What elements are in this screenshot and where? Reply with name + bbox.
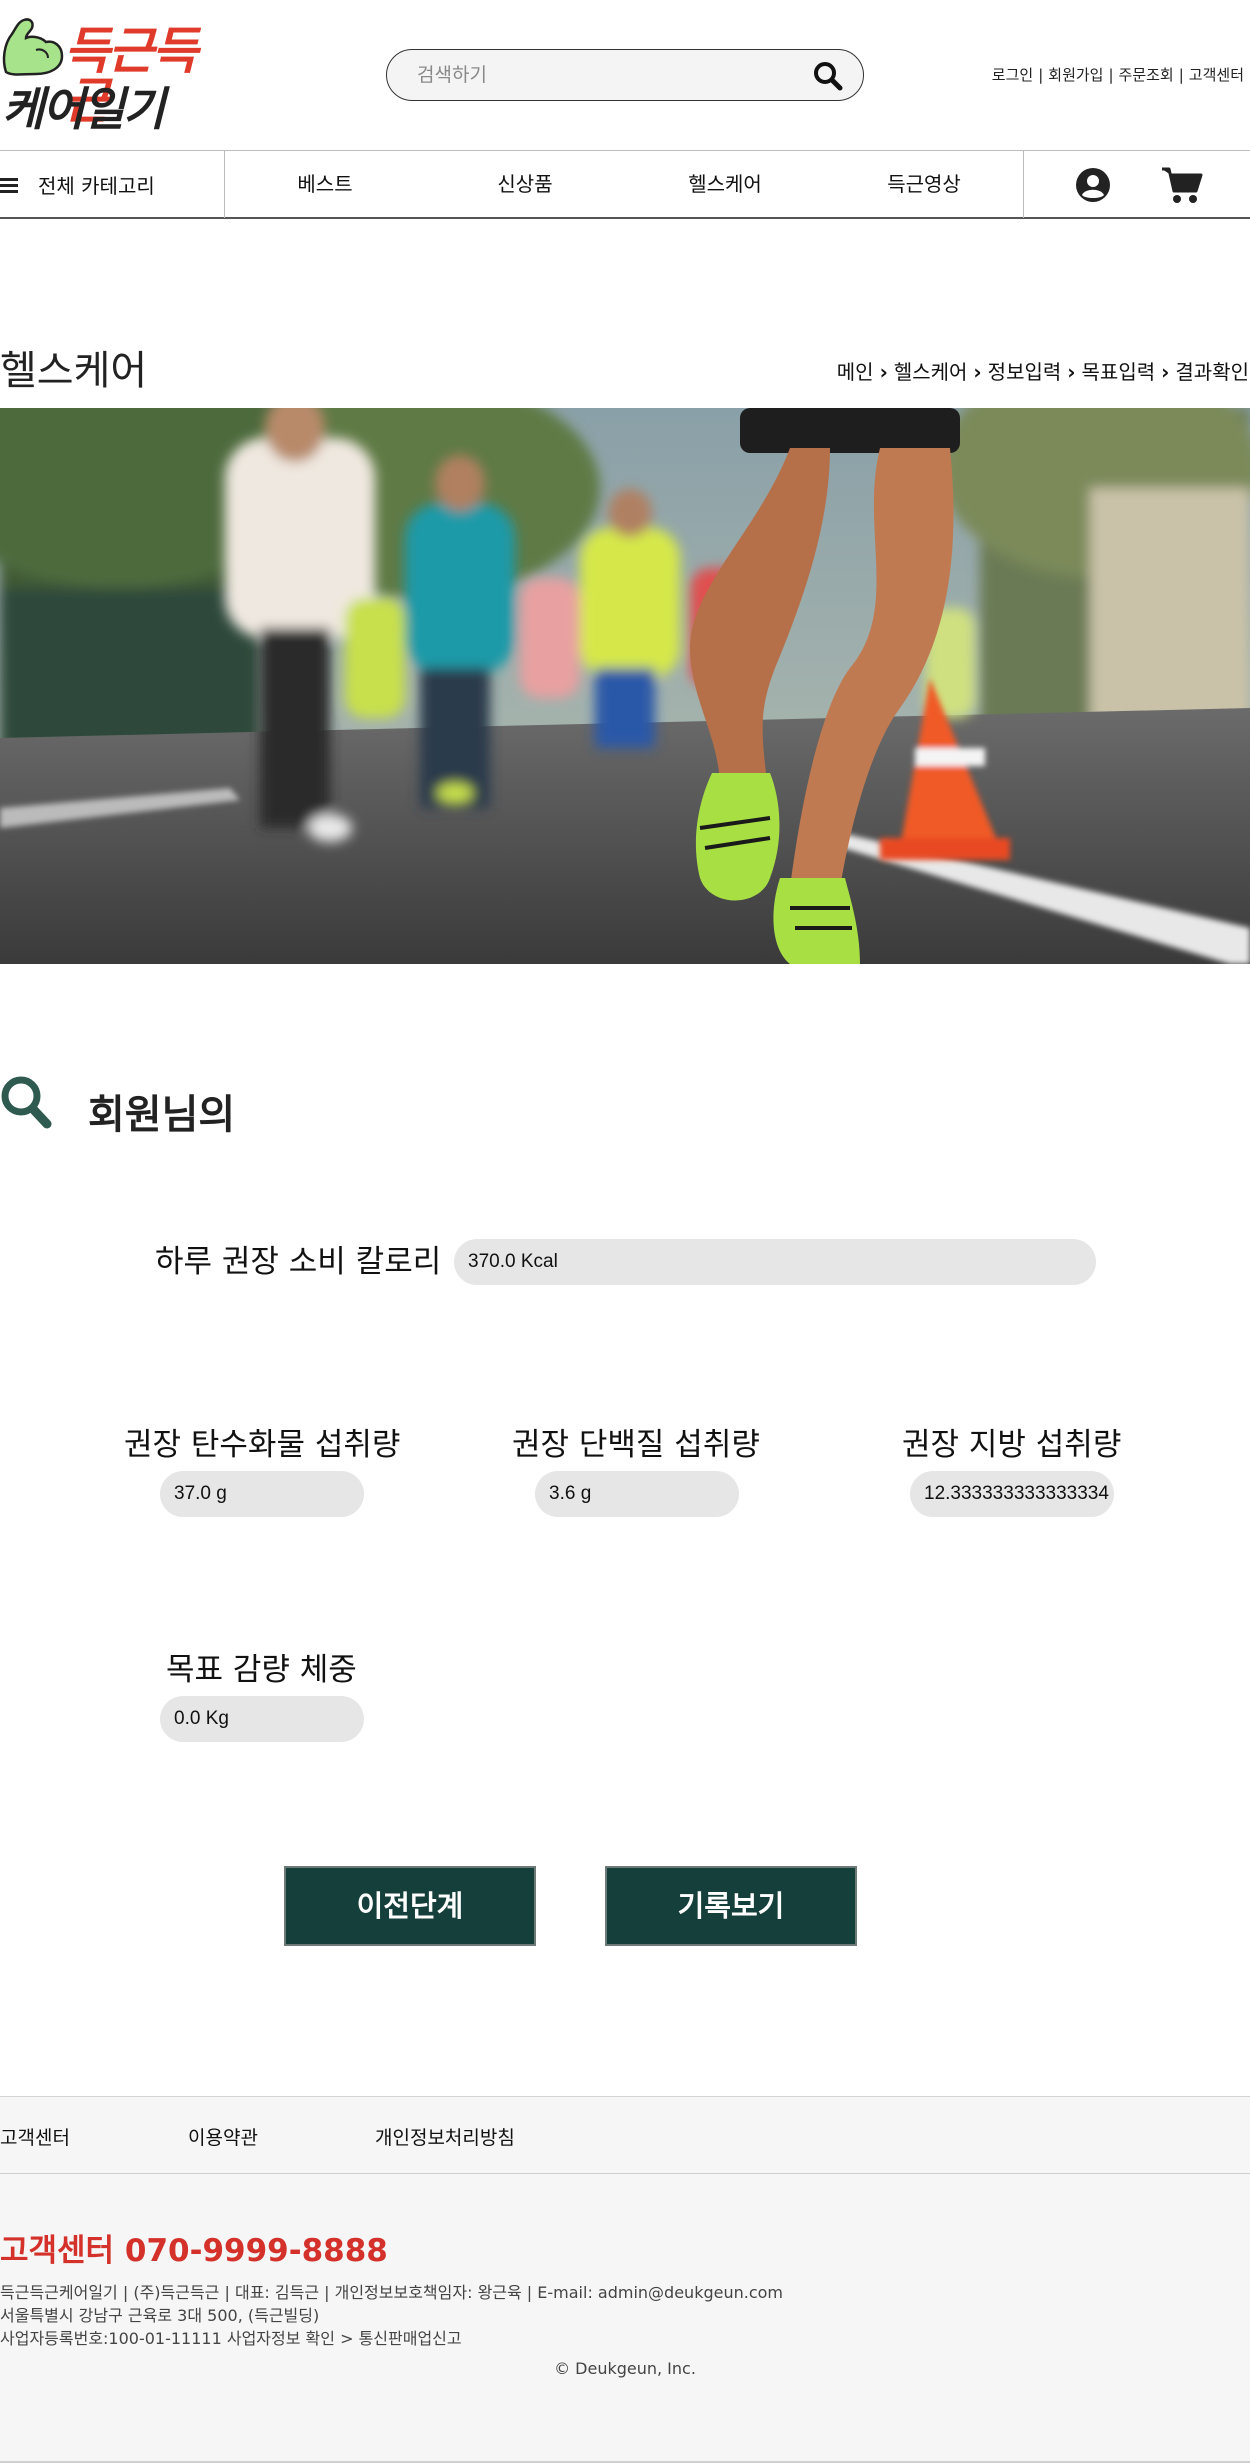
view-records-button[interactable]: 기록보기 — [605, 1866, 857, 1946]
target-weight-value: 0.0 Kg — [160, 1696, 364, 1742]
copyright: © Deukgeun, Inc. — [554, 2359, 696, 2378]
page-title: 헬스케어 — [0, 348, 148, 394]
user-icon[interactable] — [1075, 167, 1111, 203]
breadcrumb-item[interactable]: 목표입력 — [1082, 360, 1156, 384]
flexed-arm-icon — [2, 18, 64, 76]
search-icon[interactable] — [813, 61, 843, 91]
nav-item-best[interactable]: 베스트 — [270, 151, 380, 218]
carb-label: 권장 탄수화물 섭취량 — [124, 1427, 401, 1463]
result-heading: 회원님의 — [88, 1092, 236, 1138]
company-info: 득근득근케어일기 | (주)득근득근 | 대표: 김득근 | 개인정보보호책임자… — [0, 2283, 784, 2302]
carb-value: 37.0 g — [160, 1471, 364, 1517]
divider: | — [1178, 66, 1184, 84]
divider: | — [1108, 66, 1114, 84]
breadcrumb: 메인 › 헬스케어 › 정보입력 › 목표입력 › 결과확인 — [837, 356, 1249, 385]
search-box — [386, 49, 864, 101]
header: 득근득근 케어일기 로그인|회원가입|주문조회|고객센터 — [0, 0, 1250, 150]
fat-value: 12.333333333333334 — [910, 1471, 1114, 1517]
top-links: 로그인 | 회원가입 | 주문조회 | 고객센터 — [992, 64, 1244, 85]
search-input[interactable] — [417, 60, 777, 90]
divider: | — [1038, 66, 1044, 84]
nav-item-healthcare[interactable]: 헬스케어 — [670, 151, 780, 218]
breadcrumb-item[interactable]: 헬스케어 — [894, 360, 968, 384]
footer: 고객센터 이용약관 개인정보처리방침 고객센터 070-9999-8888 득근… — [0, 2096, 1250, 2463]
login-link[interactable]: 로그인 — [992, 66, 1033, 84]
footer-link-terms[interactable]: 이용약관 — [188, 2123, 258, 2150]
footer-link-customer-center[interactable]: 고객센터 — [0, 2123, 70, 2150]
protein-value: 3.6 g — [535, 1471, 739, 1517]
main-nav: 전체 카테고리 베스트 신상품 헬스케어 득근영상 — [0, 150, 1250, 219]
calorie-label: 하루 권장 소비 칼로리 — [155, 1244, 442, 1280]
chevron-right-icon: › — [1161, 360, 1170, 384]
company-address: 서울특별시 강남구 근육로 3대 500, (득근빌딩) — [0, 2306, 320, 2325]
order-lookup-link[interactable]: 주문조회 — [1119, 66, 1174, 84]
protein-label: 권장 단백질 섭취량 — [512, 1427, 760, 1463]
menu-icon — [0, 177, 18, 193]
site-logo[interactable]: 득근득근 케어일기 — [0, 14, 230, 134]
calorie-value: 370.0 Kcal — [454, 1239, 1096, 1285]
breadcrumb-item: 결과확인 — [1175, 360, 1249, 384]
hero-runner-image — [0, 408, 1250, 964]
all-category-button[interactable]: 전체 카테고리 — [0, 151, 225, 218]
nav-item-video[interactable]: 득근영상 — [869, 151, 979, 218]
logo-text-bottom: 케어일기 — [2, 83, 165, 135]
nav-item-new[interactable]: 신상품 — [470, 151, 580, 218]
footer-link-privacy[interactable]: 개인정보처리방침 — [375, 2123, 515, 2150]
search-icon — [1, 1076, 52, 1129]
chevron-right-icon: › — [973, 360, 982, 384]
footer-links: 고객센터 이용약관 개인정보처리방침 — [0, 2097, 1250, 2174]
business-registration: 사업자등록번호:100-01-11111 사업자정보 확인 > 통신판매업신고 — [0, 2329, 462, 2348]
chevron-right-icon: › — [879, 360, 888, 384]
customer-center-link[interactable]: 고객센터 — [1189, 66, 1244, 84]
target-weight-label: 목표 감량 체중 — [166, 1652, 357, 1688]
nav-icons — [1023, 151, 1250, 218]
cs-phone: 고객센터 070-9999-8888 — [0, 2233, 388, 2269]
all-category-label: 전체 카테고리 — [38, 174, 155, 198]
chevron-right-icon: › — [1067, 360, 1076, 384]
cart-icon[interactable] — [1160, 165, 1204, 205]
fat-label: 권장 지방 섭취량 — [902, 1427, 1122, 1463]
breadcrumb-item[interactable]: 정보입력 — [988, 360, 1062, 384]
breadcrumb-item[interactable]: 메인 — [837, 360, 874, 384]
signup-link[interactable]: 회원가입 — [1048, 66, 1103, 84]
prev-step-button[interactable]: 이전단계 — [284, 1866, 536, 1946]
